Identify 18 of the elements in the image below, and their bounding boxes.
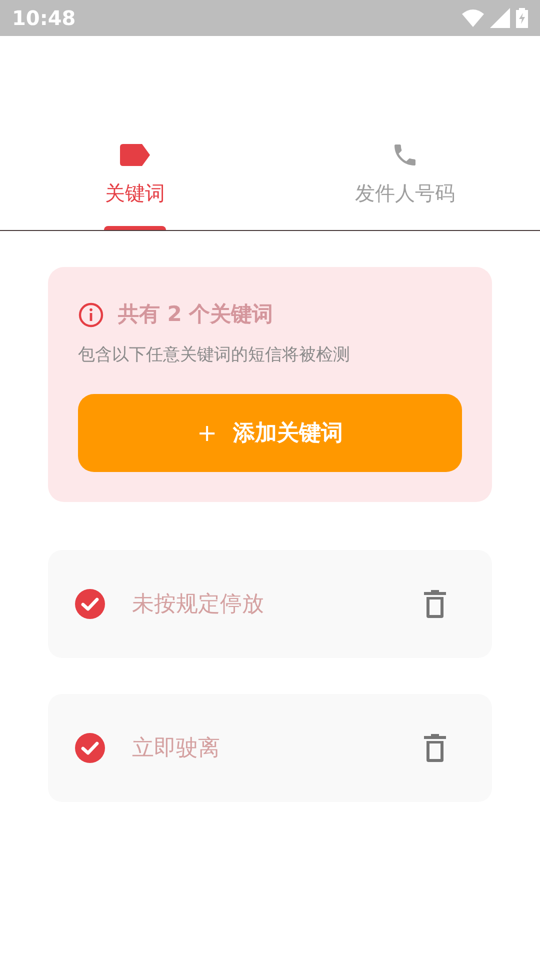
checkbox-checked-icon[interactable] [74, 732, 106, 764]
tab-indicator [104, 226, 166, 230]
description: 包含以下任意关键词的短信将被检测 [78, 344, 351, 366]
tab[interactable]: 发件人号码 [270, 140, 540, 230]
wifi-icon [462, 9, 484, 27]
checkbox-checked-icon[interactable] [74, 588, 106, 620]
add-keyword-button[interactable]: + 添加关键词 [78, 394, 462, 472]
battery-icon [516, 8, 528, 28]
keyword-text: 立即驶离 [132, 734, 221, 762]
tag-icon [120, 144, 150, 166]
keyword-count: 共有 2 个关键词 [118, 301, 274, 328]
status-time: 10:48 [12, 5, 76, 32]
keyword-text: 未按规定停放 [132, 590, 265, 618]
info-icon [78, 302, 104, 328]
tab[interactable]: 关键词 [0, 140, 270, 230]
trash-icon[interactable] [424, 734, 446, 762]
trash-icon[interactable] [424, 590, 446, 618]
signal-icon [490, 8, 510, 28]
